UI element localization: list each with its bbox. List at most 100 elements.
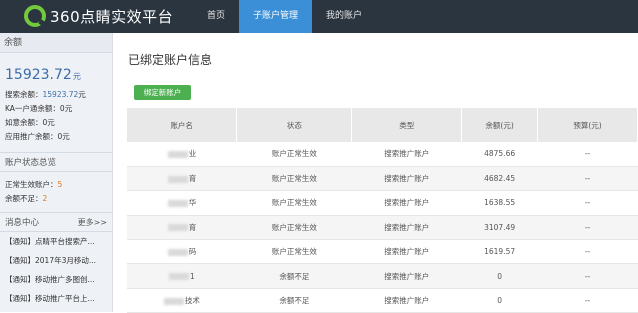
cell-status: 账户正常生效: [236, 239, 352, 265]
main-nav: 首页 子账户管理 我的账户: [193, 0, 376, 33]
balance-value: 15923.72: [5, 67, 72, 83]
table-row[interactable]: 育 账户正常生效 搜索推广账户 3107.49 --: [127, 215, 638, 241]
redacted-name-blur: [163, 297, 184, 305]
cell-status: 账户正常生效: [236, 190, 352, 216]
balance-heading: 余额: [0, 33, 112, 53]
main-content: 已绑定账户信息 绑定新账户 账户名 状态 类型 余额(元) 预算(元) 业账户正…: [114, 33, 638, 313]
cell-account-name: 技术: [127, 288, 237, 313]
table-row[interactable]: 1 余额不足 搜索推广账户 0 --: [127, 263, 638, 289]
nav-item-sub-accounts[interactable]: 子账户管理: [239, 0, 313, 33]
page-title: 已绑定账户信息: [128, 53, 213, 67]
cell-type: 搜索推广账户: [351, 288, 462, 313]
cell-type: 搜索推广账户: [351, 190, 462, 216]
ka-balance-line: KA一户通余额：0元: [0, 102, 112, 116]
ka-balance-value: 0元: [59, 104, 73, 113]
cell-type: 搜索推广账户: [351, 215, 462, 241]
cell-balance: 4875.66: [461, 142, 538, 167]
redacted-name-blur: [167, 248, 188, 256]
account-name-text: 业: [188, 149, 197, 159]
cell-budget: --: [537, 239, 638, 265]
column-header-budget[interactable]: 预算(元): [537, 108, 638, 142]
status-normal-line: 正常生效账户：5: [0, 178, 112, 192]
search-balance-label: 搜索余额：: [5, 90, 43, 99]
status-insufficient-label: 余额不足：: [5, 194, 43, 203]
logo-icon: [24, 5, 46, 27]
cell-type: 搜索推广账户: [351, 239, 462, 265]
column-header-status[interactable]: 状态: [236, 108, 353, 142]
cell-budget: --: [537, 190, 638, 216]
account-name-text: 码: [188, 247, 197, 257]
cell-account-name: 华: [127, 190, 237, 216]
ruyi-balance-value: 0元: [42, 118, 55, 127]
news-heading: 消息中心 更多>>: [0, 212, 112, 232]
balance-total: 15923.72元: [0, 53, 112, 88]
cell-account-name: 1: [127, 263, 237, 289]
table-row[interactable]: 业 账户正常生效 搜索推广账户 4875.66 --: [127, 142, 638, 167]
cell-budget: --: [537, 215, 638, 241]
table-row[interactable]: 码 账户正常生效 搜索推广账户 1619.57 --: [127, 239, 638, 265]
sidebar: 余额 15923.72元 搜索余额：15923.72元 KA一户通余额：0元 如…: [0, 33, 113, 312]
account-name-text: 华: [188, 198, 197, 208]
status-heading: 账户状态总览: [0, 152, 112, 172]
status-overview: 正常生效账户：5 余额不足：2: [0, 178, 112, 206]
cell-account-name: 码: [127, 239, 237, 265]
app-balance-value: 0元: [57, 132, 70, 141]
account-name-text: 育: [188, 174, 197, 184]
search-balance-line: 搜索余额：15923.72元: [0, 88, 112, 102]
account-name-text: 育: [188, 222, 197, 232]
redacted-name-blur: [167, 150, 188, 158]
search-balance-value: 15923.72: [42, 90, 79, 99]
table-row[interactable]: 华 账户正常生效 搜索推广账户 1638.55 --: [127, 190, 638, 216]
cell-budget: --: [537, 288, 638, 313]
status-normal-count[interactable]: 5: [58, 180, 63, 189]
balance-unit: 元: [72, 72, 81, 81]
accounts-table: 账户名 状态 类型 余额(元) 预算(元) 业账户正常生效 搜索推广账户 4875.…: [127, 108, 638, 313]
cell-balance: 3107.49: [461, 215, 538, 241]
cell-status: 账户正常生效: [236, 215, 352, 241]
column-header-account[interactable]: 账户名: [127, 108, 238, 142]
cell-balance: 0: [461, 288, 538, 313]
status-insufficient-count[interactable]: 2: [43, 194, 48, 203]
table-row[interactable]: 育 账户正常生效 搜索推广账户 4682.45 --: [127, 166, 638, 192]
news-more-link[interactable]: 更多>>: [78, 213, 107, 231]
cell-account-name: 育: [127, 215, 237, 241]
cell-account-name: 业: [127, 142, 237, 167]
news-item[interactable]: 【通知】点睛平台搜索产...: [0, 232, 112, 251]
app-balance-label: 应用推广余额：: [5, 132, 58, 141]
table-header-row: 账户名 状态 类型 余额(元) 预算(元): [127, 108, 638, 142]
ruyi-balance-label: 如意余额：: [5, 118, 43, 127]
redacted-name-blur: [169, 273, 190, 281]
redacted-name-blur: [167, 199, 188, 207]
status-normal-label: 正常生效账户：: [5, 180, 58, 189]
cell-budget: --: [537, 142, 638, 167]
redacted-name-blur: [167, 224, 188, 232]
column-header-type[interactable]: 类型: [351, 108, 463, 142]
cell-balance: 4682.45: [461, 166, 538, 192]
cell-type: 搜索推广账户: [351, 263, 462, 289]
cell-balance: 1619.57: [461, 239, 538, 265]
status-heading-label: 账户状态总览: [5, 158, 57, 168]
cell-status: 账户正常生效: [236, 166, 352, 192]
table-row[interactable]: 技术 余额不足 搜索推广账户 0 --: [127, 288, 638, 313]
column-header-balance[interactable]: 余额(元): [461, 108, 539, 142]
nav-item-home[interactable]: 首页: [193, 0, 239, 33]
cell-budget: --: [537, 263, 638, 289]
news-item[interactable]: 【通知】移动推广多图创...: [0, 270, 112, 289]
app-balance-line: 应用推广余额：0元: [0, 130, 112, 144]
logo-text: 360点睛实效平台: [50, 7, 174, 26]
nav-item-my-account[interactable]: 我的账户: [312, 0, 376, 33]
cell-type: 搜索推广账户: [351, 166, 462, 192]
news-item[interactable]: 【通知】移动推广平台上...: [0, 289, 112, 308]
cell-balance: 1638.55: [461, 190, 538, 216]
top-nav-bar: 360点睛实效平台 首页 子账户管理 我的账户: [0, 0, 638, 33]
status-insufficient-line: 余额不足：2: [0, 192, 112, 206]
cell-status: 余额不足: [236, 263, 352, 289]
account-name-text: 1: [190, 271, 195, 281]
news-item[interactable]: 【通知】2017年3月移动...: [0, 251, 112, 270]
ruyi-balance-line: 如意余额：0元: [0, 116, 112, 130]
cell-account-name: 育: [127, 166, 237, 192]
news-heading-label: 消息中心: [5, 218, 40, 228]
logo[interactable]: 360点睛实效平台: [24, 5, 173, 27]
cell-budget: --: [537, 166, 638, 192]
bind-new-account-button[interactable]: 绑定新账户: [134, 85, 191, 100]
